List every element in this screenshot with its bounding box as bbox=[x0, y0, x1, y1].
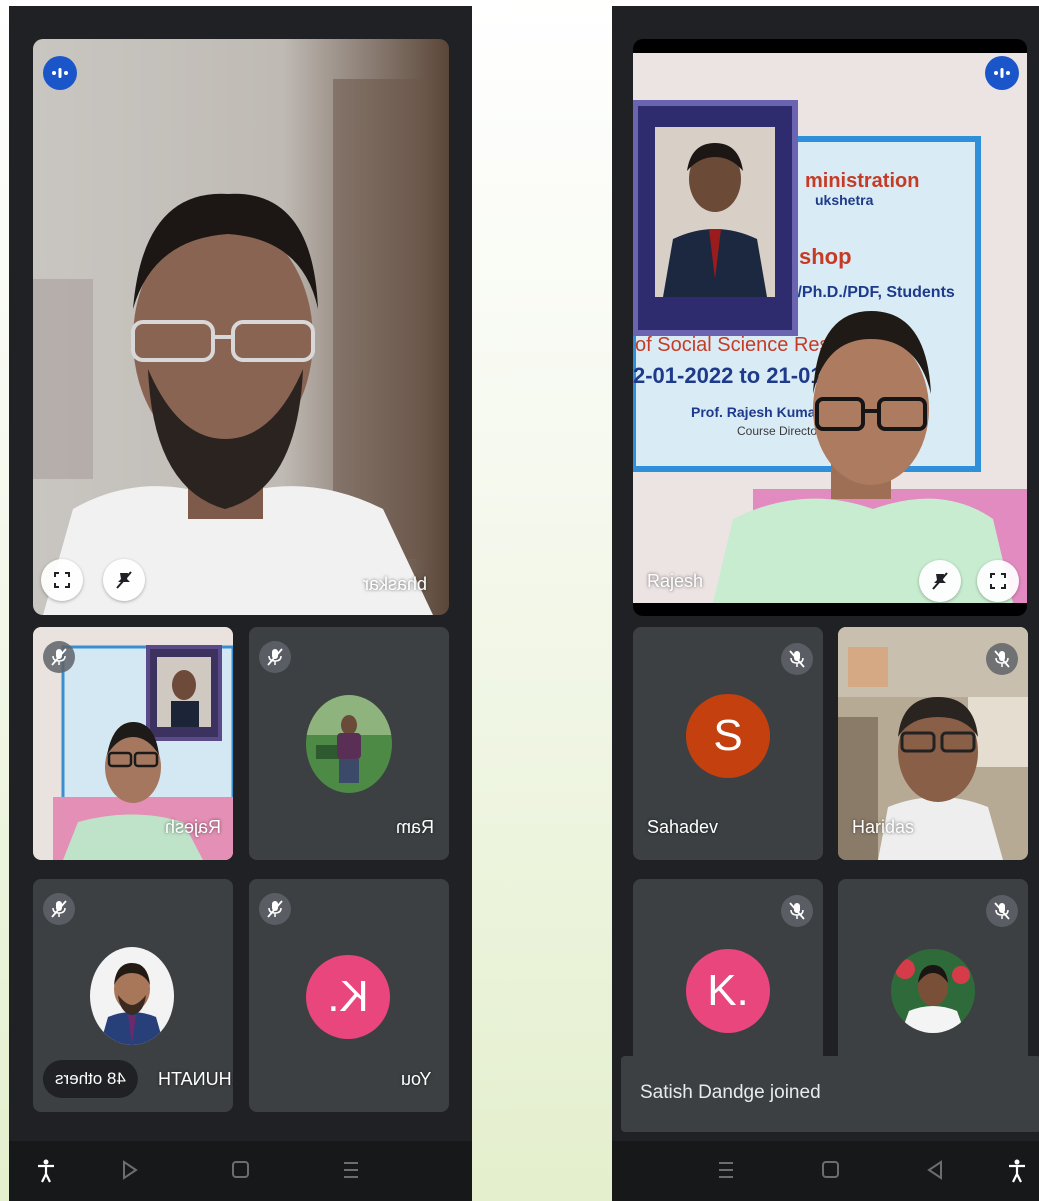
banner-text-line3: shop bbox=[799, 244, 852, 269]
participant-tile-you[interactable]: K. You bbox=[249, 879, 449, 1112]
avatar-photo-ram bbox=[306, 695, 392, 793]
mic-off-icon bbox=[781, 895, 813, 927]
mic-off-icon bbox=[259, 893, 291, 925]
voice-activity-icon bbox=[985, 56, 1019, 90]
participant-tile-raghunath[interactable]: RAGHUNATH 48 others bbox=[33, 879, 233, 1112]
mic-off-icon bbox=[781, 643, 813, 675]
fullscreen-button[interactable] bbox=[977, 560, 1019, 602]
main-speaker-tile[interactable]: bhaskar bbox=[33, 39, 449, 615]
home-icon[interactable] bbox=[231, 1159, 251, 1181]
mic-off-icon bbox=[986, 643, 1018, 675]
recent-apps-icon[interactable] bbox=[716, 1159, 736, 1181]
mic-off-icon bbox=[259, 641, 291, 673]
fullscreen-button[interactable] bbox=[41, 559, 83, 601]
main-speaker-tile[interactable]: ministration ukshetra shop I/Ph.D./PDF, … bbox=[633, 39, 1027, 616]
screenshot-canvas: { "left_phone": { "main_speaker": { "nam… bbox=[0, 0, 1039, 1201]
mic-off-icon bbox=[43, 641, 75, 673]
recent-apps-icon[interactable] bbox=[341, 1159, 361, 1181]
right-phone-screen: ministration ukshetra shop I/Ph.D./PDF, … bbox=[612, 6, 1039, 1201]
back-icon[interactable] bbox=[926, 1159, 944, 1181]
speaker-video-rajesh: ministration ukshetra shop I/Ph.D./PDF, … bbox=[633, 53, 1027, 603]
voice-activity-icon bbox=[43, 56, 77, 90]
participant-tile-sahadev[interactable]: S Sahadev bbox=[633, 627, 823, 860]
android-navigation-bar bbox=[9, 1141, 472, 1201]
avatar-photo-participant bbox=[891, 949, 975, 1033]
speaker-name-label: bhaskar bbox=[363, 574, 428, 594]
fullscreen-icon bbox=[990, 573, 1006, 589]
banner-text-line2: ukshetra bbox=[815, 192, 874, 208]
accessibility-icon[interactable] bbox=[37, 1159, 55, 1183]
avatar-photo-raghunath bbox=[90, 947, 174, 1045]
others-count-chip[interactable]: 48 others bbox=[43, 1060, 138, 1098]
android-navigation-bar bbox=[612, 1141, 1039, 1201]
participant-name-label: You bbox=[401, 1069, 432, 1089]
pin-off-button[interactable] bbox=[103, 559, 145, 601]
participant-tile-haridas[interactable]: Haridas bbox=[838, 627, 1028, 860]
speaker-name-label: Rajesh bbox=[647, 571, 704, 591]
participant-tile-ram[interactable]: Ram bbox=[249, 627, 449, 860]
banner-text-line1: ministration bbox=[805, 170, 919, 192]
banner-text-line8: Course Director bbox=[737, 424, 821, 438]
pin-off-icon bbox=[116, 571, 132, 589]
accessibility-icon[interactable] bbox=[1008, 1159, 1026, 1183]
toast-message: Satish Dandge joined bbox=[640, 1082, 821, 1103]
participant-tile-rajesh[interactable]: Rajesh bbox=[33, 627, 233, 860]
avatar-initial-sahadev: S bbox=[686, 694, 770, 778]
banner-text-line7: Prof. Rajesh Kumar bbox=[691, 404, 821, 420]
avatar-initial-you: K. bbox=[306, 955, 390, 1039]
pin-off-button[interactable] bbox=[919, 560, 961, 602]
participant-name-label: Rajesh bbox=[165, 817, 222, 837]
participant-name-label: Haridas bbox=[852, 817, 915, 837]
pin-off-icon bbox=[932, 572, 948, 590]
banner-text-line4: I/Ph.D./PDF, Students bbox=[793, 284, 955, 301]
participant-name-label: RAGHUNATH bbox=[158, 1069, 233, 1089]
participant-joined-toast: Satish Dandge joined bbox=[621, 1056, 1039, 1132]
left-phone-screen: bhaskar Rajesh Ram HUNATH 48 others K. Y… bbox=[9, 6, 472, 1201]
speaker-video-bhaskar bbox=[33, 39, 449, 615]
mic-off-icon bbox=[986, 895, 1018, 927]
participant-name-label: Ram bbox=[396, 817, 435, 837]
fullscreen-icon bbox=[54, 572, 70, 588]
participant-name-label: Sahadev bbox=[647, 817, 719, 837]
avatar-initial-k: K. bbox=[686, 949, 770, 1033]
home-icon[interactable] bbox=[821, 1159, 841, 1181]
back-icon[interactable] bbox=[121, 1159, 139, 1181]
mic-off-icon bbox=[43, 893, 75, 925]
